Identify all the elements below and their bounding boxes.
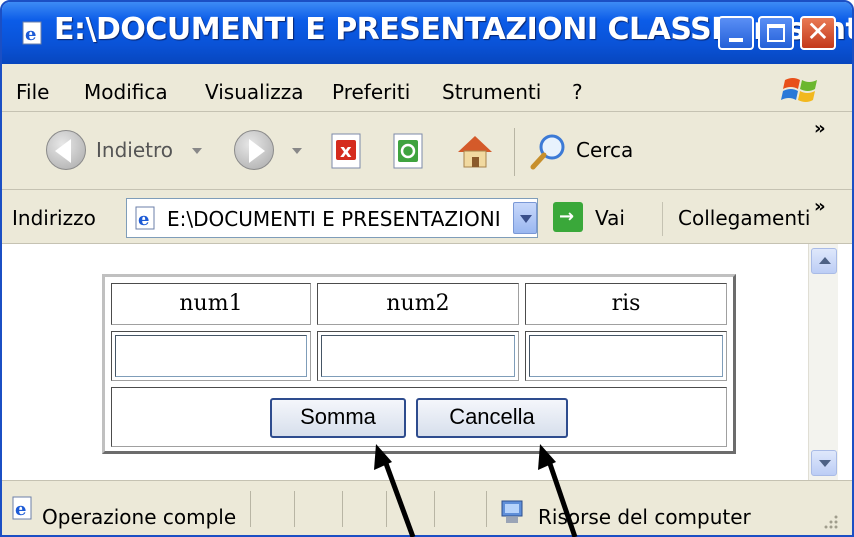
browser-window: e E:\DOCUMENTI E PRESENTAZIONI CLASSI\pr… (0, 0, 854, 537)
menu-bar: File Modifica Visualizza Preferiti Strum… (2, 72, 852, 112)
header-num2: num2 (386, 291, 450, 316)
input-cell-num2 (317, 331, 519, 381)
buttons-cell: Somma Cancella (111, 387, 727, 447)
forward-dropdown-icon[interactable] (292, 148, 302, 154)
menu-strumenti[interactable]: Strumenti (442, 80, 541, 104)
svg-text:x: x (340, 141, 352, 162)
home-icon[interactable] (454, 130, 496, 172)
ie-page-icon: e (135, 206, 155, 230)
go-arrow-icon: → (559, 206, 575, 227)
ie-page-icon: e (22, 21, 42, 45)
vertical-scrollbar[interactable] (808, 244, 838, 480)
header-cell-num2: num2 (317, 283, 519, 325)
svg-text:e: e (15, 499, 26, 520)
header-cell-ris: ris (525, 283, 727, 325)
toolbar-separator (514, 128, 515, 176)
resize-grip-icon[interactable] (820, 511, 840, 531)
status-bar: e Operazione comple Risorse del computer (2, 480, 852, 535)
header-ris: ris (611, 291, 641, 316)
ris-input[interactable] (529, 335, 723, 377)
address-value: E:\DOCUMENTI E PRESENTAZIONI (167, 207, 501, 231)
address-label: Indirizzo (12, 206, 96, 230)
address-dropdown-button[interactable] (513, 202, 537, 234)
cancella-button[interactable]: Cancella (416, 398, 568, 438)
menu-modifica[interactable]: Modifica (84, 80, 168, 104)
forward-button[interactable] (234, 130, 274, 170)
minimize-button[interactable] (718, 16, 754, 50)
status-text: Operazione comple (42, 505, 237, 529)
back-dropdown-icon[interactable] (192, 148, 202, 154)
search-label[interactable]: Cerca (576, 138, 633, 162)
menu-file[interactable]: File (16, 80, 49, 104)
chevron-down-icon (819, 460, 831, 467)
page-viewport: num1 num2 ris Somma Cancella (2, 244, 852, 480)
links-label[interactable]: Collegamenti (678, 206, 810, 230)
status-separator (250, 491, 251, 527)
status-separator (434, 491, 435, 527)
scroll-down-button[interactable] (811, 450, 837, 476)
stop-icon[interactable]: x (326, 130, 368, 172)
status-separator (486, 491, 487, 527)
search-magnifier-icon[interactable] (528, 130, 570, 172)
menu-preferiti[interactable]: Preferiti (332, 80, 410, 104)
standard-toolbar: Indietro x Cerca » (2, 114, 852, 190)
minimize-icon (729, 38, 743, 42)
num1-input[interactable] (115, 335, 307, 377)
go-button[interactable]: → (553, 202, 583, 232)
maximize-button[interactable] (758, 16, 794, 50)
somma-button[interactable]: Somma (270, 398, 406, 438)
windows-logo-icon (781, 78, 817, 102)
ie-page-icon: e (12, 496, 32, 520)
input-cell-num1 (111, 331, 311, 381)
status-separator (386, 491, 387, 527)
calculator-form-table: num1 num2 ris Somma Cancella (102, 274, 736, 454)
back-button[interactable] (46, 130, 86, 170)
back-label: Indietro (96, 138, 173, 162)
header-num1: num1 (179, 291, 243, 316)
maximize-icon (767, 24, 785, 42)
num2-input[interactable] (321, 335, 515, 377)
address-input[interactable]: e E:\DOCUMENTI E PRESENTAZIONI (126, 198, 538, 238)
go-label[interactable]: Vai (595, 206, 625, 230)
status-separator (342, 491, 343, 527)
scroll-up-button[interactable] (811, 248, 837, 274)
menu-help[interactable]: ? (572, 80, 583, 104)
svg-text:e: e (138, 209, 149, 230)
my-computer-icon (501, 500, 523, 523)
back-arrow-icon (55, 139, 71, 163)
refresh-icon[interactable] (388, 130, 430, 172)
svg-text:e: e (25, 24, 36, 45)
links-chevron-icon[interactable]: » (814, 196, 826, 217)
chevron-down-icon (520, 215, 532, 223)
address-separator (662, 202, 663, 236)
chevron-up-icon (819, 257, 831, 264)
close-icon: ✕ (806, 15, 830, 48)
input-cell-ris (525, 331, 727, 381)
header-cell-num1: num1 (111, 283, 311, 325)
menu-visualizza[interactable]: Visualizza (205, 80, 304, 104)
status-separator (294, 491, 295, 527)
toolbar-chevron-icon[interactable]: » (814, 118, 826, 139)
forward-arrow-icon (249, 139, 265, 163)
address-bar: Indirizzo e E:\DOCUMENTI E PRESENTAZIONI… (2, 192, 852, 244)
close-button[interactable]: ✕ (800, 16, 836, 50)
zone-text: Risorse del computer (538, 505, 751, 529)
title-bar: e E:\DOCUMENTI E PRESENTAZIONI CLASSI\pr… (2, 2, 852, 64)
